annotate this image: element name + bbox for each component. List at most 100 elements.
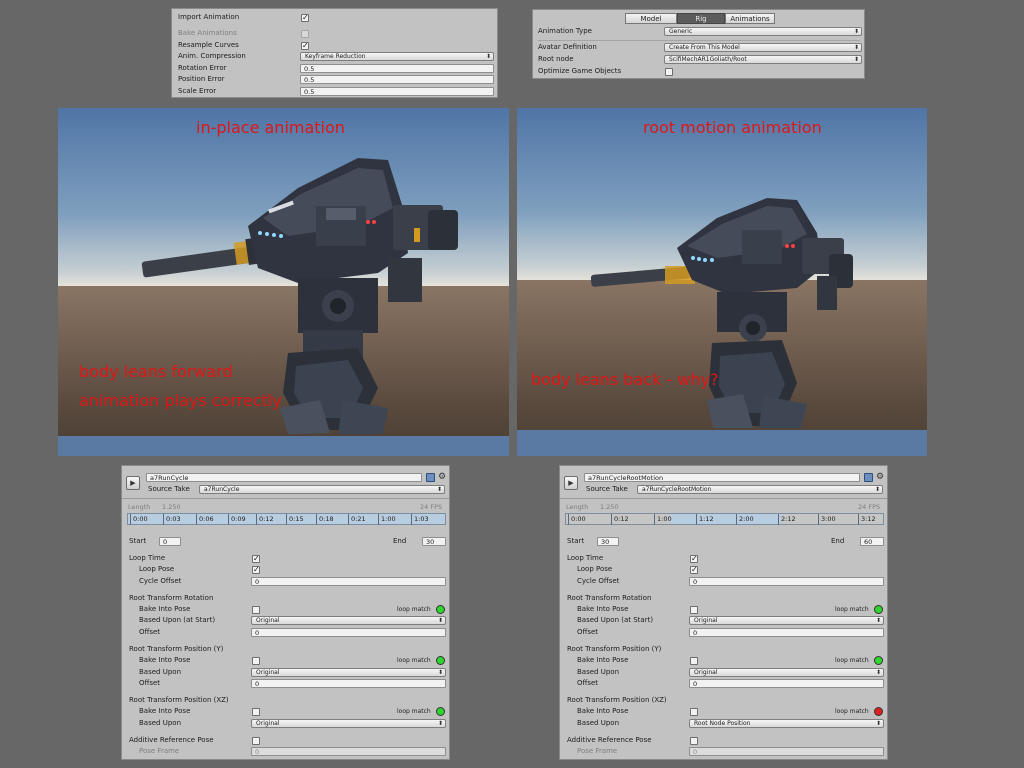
posxz-based-upon-dropdown[interactable]: Original ⬍ bbox=[251, 719, 446, 728]
posy-loop-match-indicator bbox=[436, 656, 445, 665]
tab-model[interactable]: Model bbox=[625, 13, 677, 24]
scale-error-field[interactable]: 0.5 bbox=[300, 87, 494, 96]
pose-frame-field[interactable]: 0 bbox=[689, 747, 884, 756]
source-take-label: Source Take bbox=[586, 485, 628, 493]
dropdown-arrow-icon: ⬍ bbox=[437, 669, 443, 676]
timeline-tick bbox=[196, 514, 197, 525]
timeline-tick-label: 0:00 bbox=[133, 515, 148, 523]
loop-time-checkbox[interactable]: ✓ bbox=[252, 555, 260, 563]
timeline-tick-label: 2:00 bbox=[739, 515, 754, 523]
cycle-offset-field[interactable]: 0 bbox=[689, 577, 884, 586]
mech-robot-image bbox=[590, 198, 853, 428]
rot-loop-match-indicator bbox=[436, 605, 445, 614]
timeline-tick-label: 0:00 bbox=[571, 515, 586, 523]
dropdown-arrow-icon: ⬍ bbox=[853, 28, 859, 35]
position-error-field[interactable]: 0.5 bbox=[300, 75, 494, 84]
rotation-error-field[interactable]: 0.5 bbox=[300, 64, 494, 73]
posy-bake-checkbox[interactable] bbox=[690, 657, 698, 665]
posxz-loop-match-label: loop match bbox=[835, 708, 869, 715]
divider bbox=[538, 40, 860, 41]
end-field[interactable]: 60 bbox=[860, 537, 884, 546]
rot-offset-field[interactable]: 0 bbox=[689, 628, 884, 637]
posy-bake-checkbox[interactable] bbox=[252, 657, 260, 665]
animation-type-dropdown[interactable]: Generic ⬍ bbox=[664, 27, 862, 36]
divider bbox=[560, 498, 887, 499]
timeline-tick bbox=[611, 514, 612, 525]
loop-pose-checkbox[interactable]: ✓ bbox=[690, 566, 698, 574]
play-button[interactable]: ▶ bbox=[126, 476, 140, 490]
source-take-dropdown[interactable]: a7RunCycleRootMotion ⬍ bbox=[637, 485, 883, 494]
timeline-tick bbox=[256, 514, 257, 525]
timeline-tick-label: 0:06 bbox=[199, 515, 214, 523]
rot-bake-checkbox[interactable] bbox=[252, 606, 260, 614]
additive-ref-pose-label: Additive Reference Pose bbox=[129, 736, 214, 744]
rot-bake-label: Bake Into Pose bbox=[139, 605, 191, 613]
rot-based-upon-dropdown[interactable]: Original ⬍ bbox=[689, 616, 884, 625]
posxz-bake-checkbox[interactable] bbox=[690, 708, 698, 716]
resample-curves-checkbox[interactable]: ✓ bbox=[301, 42, 309, 50]
avatar-definition-label: Avatar Definition bbox=[538, 43, 597, 51]
timeline-tick bbox=[348, 514, 349, 525]
additive-ref-pose-checkbox[interactable] bbox=[690, 737, 698, 745]
rot-bake-checkbox[interactable] bbox=[690, 606, 698, 614]
tab-animations[interactable]: Animations bbox=[725, 13, 775, 24]
root-node-label: Root node bbox=[538, 55, 574, 63]
rot-loop-match-indicator bbox=[874, 605, 883, 614]
source-take-dropdown[interactable]: a7RunCycle ⬍ bbox=[199, 485, 445, 494]
loop-pose-checkbox[interactable]: ✓ bbox=[252, 566, 260, 574]
additive-ref-pose-checkbox[interactable] bbox=[252, 737, 260, 745]
import-animation-checkbox[interactable]: ✓ bbox=[301, 14, 309, 22]
posy-offset-field[interactable]: 0 bbox=[251, 679, 446, 688]
timeline-tick bbox=[286, 514, 287, 525]
cycle-offset-field[interactable]: 0 bbox=[251, 577, 446, 586]
posxz-bake-checkbox[interactable] bbox=[252, 708, 260, 716]
scene-viewport-left[interactable]: in-place animation body leans forward an… bbox=[58, 108, 509, 456]
help-icon[interactable] bbox=[426, 473, 435, 482]
start-field[interactable]: 30 bbox=[597, 537, 619, 546]
viewport-left-note-2: animation plays correctly bbox=[79, 391, 282, 410]
bake-animations-checkbox[interactable] bbox=[301, 30, 309, 38]
timeline-tick-label: 2:12 bbox=[781, 515, 796, 523]
source-take-value: a7RunCycle bbox=[204, 486, 240, 493]
tab-rig[interactable]: Rig bbox=[677, 13, 725, 24]
rotation-error-label: Rotation Error bbox=[178, 64, 227, 72]
end-label: End bbox=[393, 537, 407, 545]
start-field[interactable]: 0 bbox=[159, 537, 181, 546]
posy-based-upon-dropdown[interactable]: Original ⬍ bbox=[689, 668, 884, 677]
posxz-loop-match-indicator bbox=[874, 707, 883, 716]
posxz-based-upon-dropdown[interactable]: Root Node Position ⬍ bbox=[689, 719, 884, 728]
rot-based-upon-dropdown[interactable]: Original ⬍ bbox=[251, 616, 446, 625]
anim-compression-dropdown[interactable]: Keyframe Reduction ⬍ bbox=[300, 52, 494, 61]
rot-offset-field[interactable]: 0 bbox=[251, 628, 446, 637]
timeline-tick bbox=[736, 514, 737, 525]
optimize-game-objects-checkbox[interactable] bbox=[665, 68, 673, 76]
timeline-tick bbox=[654, 514, 655, 525]
help-icon[interactable] bbox=[864, 473, 873, 482]
gear-icon[interactable]: ⚙ bbox=[438, 473, 446, 482]
viewport-right-note: body leans back - why? bbox=[531, 370, 719, 389]
end-field[interactable]: 30 bbox=[422, 537, 446, 546]
loop-time-label: Loop Time bbox=[567, 554, 604, 562]
posy-offset-label: Offset bbox=[577, 679, 599, 687]
pose-frame-field[interactable]: 0 bbox=[251, 747, 446, 756]
avatar-definition-dropdown[interactable]: Create From This Model ⬍ bbox=[664, 43, 862, 52]
scene-viewport-right[interactable]: root motion animation body leans back - … bbox=[517, 108, 927, 456]
source-take-value: a7RunCycleRootMotion bbox=[642, 486, 712, 493]
play-button[interactable]: ▶ bbox=[564, 476, 578, 490]
posy-offset-field[interactable]: 0 bbox=[689, 679, 884, 688]
loop-time-checkbox[interactable]: ✓ bbox=[690, 555, 698, 563]
clip-name-field[interactable]: a7RunCycle bbox=[146, 473, 422, 482]
posy-based-upon-dropdown[interactable]: Original ⬍ bbox=[251, 668, 446, 677]
posy-based-upon-label: Based Upon bbox=[577, 668, 619, 676]
clip-inspector-right: ▶ a7RunCycleRootMotion ⚙ Source Take a7R… bbox=[559, 465, 888, 760]
timeline-ruler[interactable]: 0:00 0:12 1:00 1:12 2:00 2:12 3:00 3:12 bbox=[565, 513, 884, 525]
timeline-ruler[interactable]: 0:00 0:03 0:06 0:09 0:12 0:15 0:18 0:21 … bbox=[127, 513, 446, 525]
root-rotation-header: Root Transform Rotation bbox=[129, 594, 214, 602]
timeline-tick-label: 0:12 bbox=[259, 515, 274, 523]
clip-name-field[interactable]: a7RunCycleRootMotion bbox=[584, 473, 860, 482]
gear-icon[interactable]: ⚙ bbox=[876, 473, 884, 482]
posxz-based-upon-label: Based Upon bbox=[577, 719, 619, 727]
timeline-tick bbox=[858, 514, 859, 525]
root-node-dropdown[interactable]: ScifiMechAR1Goliath/Root ⬍ bbox=[664, 55, 862, 64]
dropdown-arrow-icon: ⬍ bbox=[875, 669, 881, 676]
